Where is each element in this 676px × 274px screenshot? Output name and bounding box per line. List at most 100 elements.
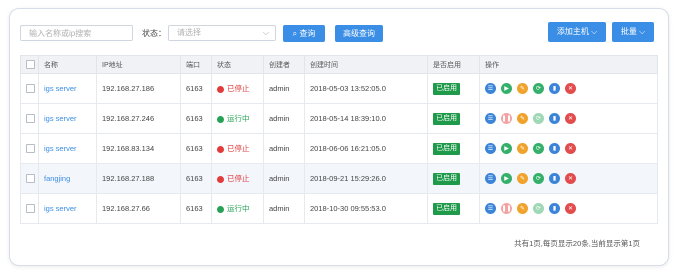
batch-label: 批量 xyxy=(620,27,637,36)
row-checkbox[interactable] xyxy=(26,204,35,214)
play-icon[interactable]: ▶ xyxy=(501,143,512,154)
host-name-cell[interactable]: fangjing xyxy=(38,163,97,194)
chart-icon[interactable]: ▮ xyxy=(549,203,560,214)
row-actions: ☰ ▶ ✎ ⟳ ▮ ✕ xyxy=(485,83,657,94)
status-text: 已停止 xyxy=(227,174,250,183)
refresh-icon[interactable]: ⟳ xyxy=(533,113,544,124)
enabled-badge[interactable]: 已启用 xyxy=(433,82,460,95)
edit-icon[interactable]: ✎ xyxy=(517,203,528,214)
enabled-badge[interactable]: 已启用 xyxy=(433,202,460,215)
host-name-link[interactable]: igs server xyxy=(44,114,77,123)
chevron-down-icon: ⌵ xyxy=(639,27,646,36)
created-time-cell: 2018-10-30 09:55:53.0 xyxy=(304,193,428,224)
row-checkbox[interactable] xyxy=(26,114,35,124)
status-text: 已停止 xyxy=(227,144,250,153)
chevron-down-icon: ⌵ xyxy=(591,27,598,36)
delete-icon[interactable]: ✕ xyxy=(565,203,576,214)
status-filter-label: 状态： xyxy=(142,29,166,38)
select-all-cell[interactable] xyxy=(20,55,39,74)
delete-icon[interactable]: ✕ xyxy=(565,173,576,184)
column-header: 创建者 xyxy=(263,55,305,74)
batch-button[interactable]: 批量 ⌵ xyxy=(612,22,654,42)
enabled-cell: 已启用 xyxy=(427,193,480,224)
host-name-link[interactable]: igs server xyxy=(44,144,77,153)
row-actions: ☰ ▶ ✎ ⟳ ▮ ✕ xyxy=(485,143,657,154)
actions-cell: ☰ ❚❚ ✎ ⟳ ▮ ✕ xyxy=(479,103,658,134)
column-header: 创建时间 xyxy=(304,55,428,74)
edit-icon[interactable]: ✎ xyxy=(517,113,528,124)
list-icon[interactable]: ☰ xyxy=(485,83,496,94)
creator-cell: admin xyxy=(263,73,305,104)
list-icon[interactable]: ☰ xyxy=(485,203,496,214)
created-time-cell: 2018-05-14 18:39:10.0 xyxy=(304,103,428,134)
row-checkbox[interactable] xyxy=(26,174,35,184)
chart-icon[interactable]: ▮ xyxy=(549,143,560,154)
refresh-icon[interactable]: ⟳ xyxy=(533,143,544,154)
host-name-cell[interactable]: igs server xyxy=(38,133,97,164)
search-icon: ⌕ xyxy=(292,29,298,38)
row-checkbox[interactable] xyxy=(26,84,35,94)
host-name-cell[interactable]: igs server xyxy=(38,193,97,224)
refresh-icon[interactable]: ⟳ xyxy=(533,173,544,184)
filter-toolbar: 状态： 请选择 ⌵ ⌕ 查询 高级查询 添加主机 ⌵ 批量 ⌵ xyxy=(20,22,658,43)
actions-cell: ☰ ❚❚ ✎ ⟳ ▮ ✕ xyxy=(479,193,658,224)
host-name-link[interactable]: fangjing xyxy=(44,174,70,183)
delete-icon[interactable]: ✕ xyxy=(565,83,576,94)
edit-icon[interactable]: ✎ xyxy=(517,83,528,94)
list-icon[interactable]: ☰ xyxy=(485,143,496,154)
enabled-badge[interactable]: 已启用 xyxy=(433,172,460,185)
delete-icon[interactable]: ✕ xyxy=(565,143,576,154)
advanced-query-label: 高级查询 xyxy=(343,29,375,38)
status-cell: 运行中 xyxy=(211,193,264,224)
row-select-cell[interactable] xyxy=(20,163,39,194)
ip-cell: 192.168.27.188 xyxy=(96,163,181,194)
host-name-link[interactable]: igs server xyxy=(44,204,77,213)
pause-icon[interactable]: ❚❚ xyxy=(501,203,512,214)
enabled-cell: 已启用 xyxy=(427,133,480,164)
status-select[interactable]: 请选择 ⌵ xyxy=(168,25,276,41)
status-text: 运行中 xyxy=(227,204,250,213)
table-row: igs server 192.168.27.66 6163 运行中 admin 2018-… xyxy=(20,193,658,224)
pause-icon[interactable]: ❚❚ xyxy=(501,113,512,124)
status-cell: 已停止 xyxy=(211,133,264,164)
row-actions: ☰ ❚❚ ✎ ⟳ ▮ ✕ xyxy=(485,203,657,214)
edit-icon[interactable]: ✎ xyxy=(517,173,528,184)
refresh-icon[interactable]: ⟳ xyxy=(533,203,544,214)
table-row: fangjing 192.168.27.188 6163 已停止 admin 2018-0… xyxy=(20,163,658,194)
play-icon[interactable]: ▶ xyxy=(501,83,512,94)
chevron-down-icon: ⌵ xyxy=(262,28,269,37)
enabled-badge[interactable]: 已启用 xyxy=(433,142,460,155)
list-icon[interactable]: ☰ xyxy=(485,173,496,184)
chart-icon[interactable]: ▮ xyxy=(549,173,560,184)
advanced-query-button[interactable]: 高级查询 xyxy=(335,25,383,42)
search-input[interactable] xyxy=(20,25,133,41)
table-row: igs server 192.168.27.186 6163 已停止 admin 2018… xyxy=(20,73,658,104)
enabled-badge[interactable]: 已启用 xyxy=(433,112,460,125)
host-name-cell[interactable]: igs server xyxy=(38,73,97,104)
query-button[interactable]: ⌕ 查询 xyxy=(283,25,325,42)
host-name-cell[interactable]: igs server xyxy=(38,103,97,134)
row-select-cell[interactable] xyxy=(20,73,39,104)
chart-icon[interactable]: ▮ xyxy=(549,113,560,124)
delete-icon[interactable]: ✕ xyxy=(565,113,576,124)
select-all-checkbox[interactable] xyxy=(26,60,35,69)
creator-cell: admin xyxy=(263,163,305,194)
creator-cell: admin xyxy=(263,103,305,134)
ip-cell: 192.168.27.246 xyxy=(96,103,181,134)
hosts-table: 名称 IP地址 端口 状态 创建者 创建时间 是否启用 操作 igs serve… xyxy=(20,55,658,224)
refresh-icon[interactable]: ⟳ xyxy=(533,83,544,94)
play-icon[interactable]: ▶ xyxy=(501,173,512,184)
status-dot-icon xyxy=(217,205,224,213)
host-name-link[interactable]: igs server xyxy=(44,84,77,93)
row-checkbox[interactable] xyxy=(26,144,35,154)
edit-icon[interactable]: ✎ xyxy=(517,143,528,154)
row-select-cell[interactable] xyxy=(20,133,39,164)
chart-icon[interactable]: ▮ xyxy=(549,83,560,94)
list-icon[interactable]: ☰ xyxy=(485,113,496,124)
status-dot-icon xyxy=(217,85,224,93)
row-select-cell[interactable] xyxy=(20,193,39,224)
add-host-button[interactable]: 添加主机 ⌵ xyxy=(548,22,606,42)
creator-cell: admin xyxy=(263,193,305,224)
ip-cell: 192.168.27.66 xyxy=(96,193,181,224)
row-select-cell[interactable] xyxy=(20,103,39,134)
